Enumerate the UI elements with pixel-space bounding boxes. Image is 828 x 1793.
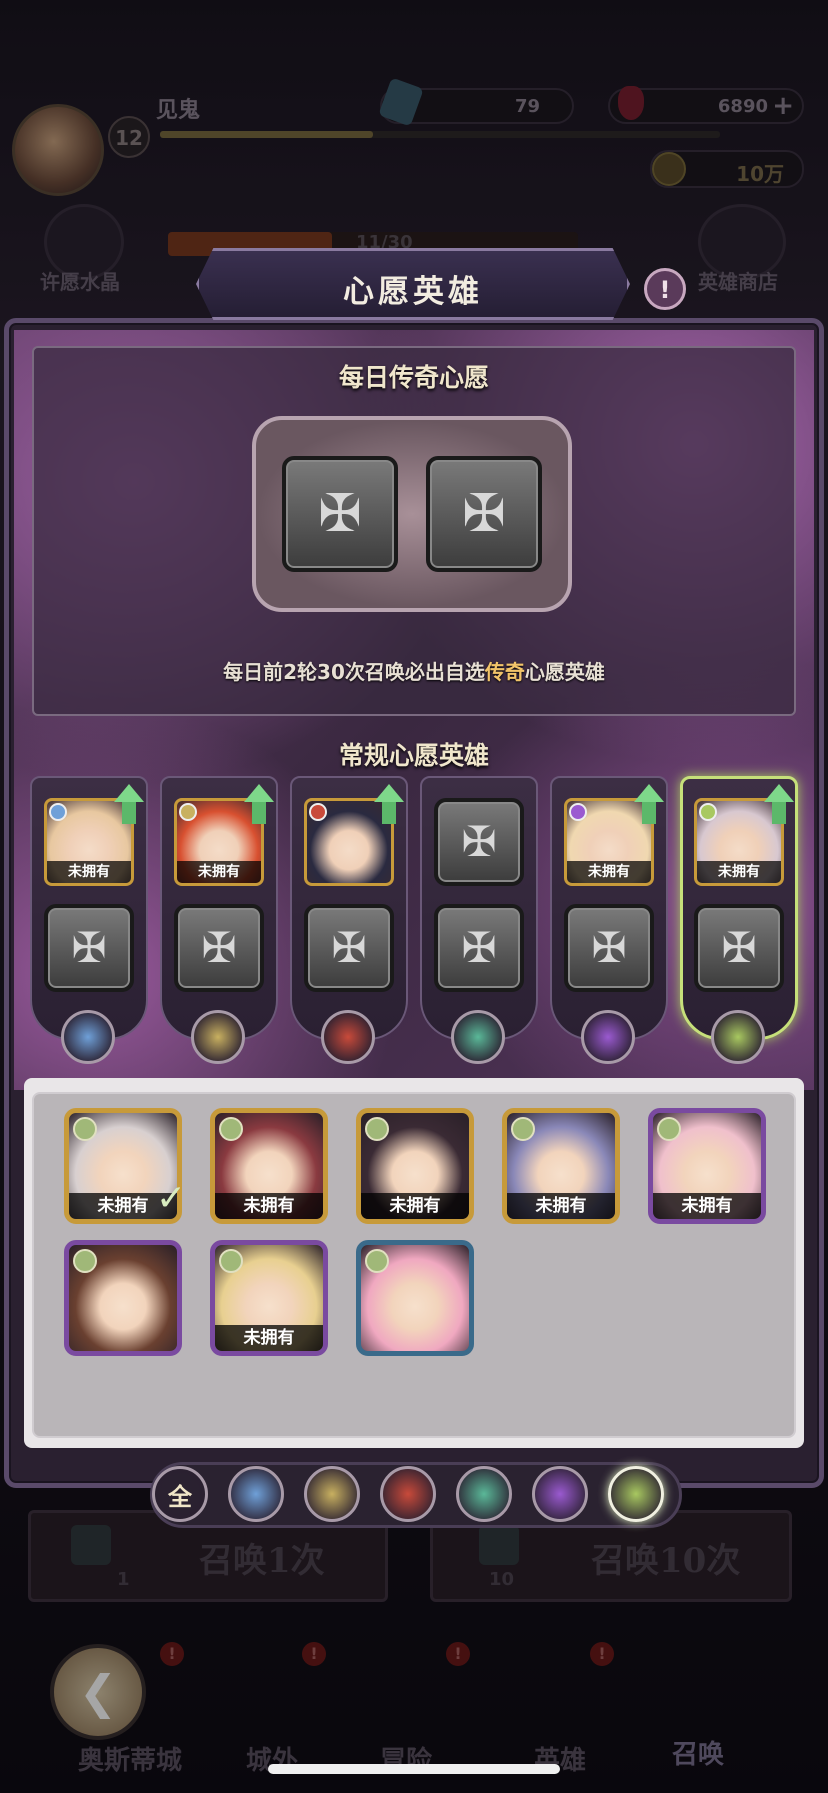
leaf-icon — [711, 1010, 765, 1064]
info-button[interactable]: ! — [644, 268, 686, 310]
wish-slot-top[interactable]: ✠ — [434, 798, 524, 886]
wish-slot-bottom[interactable]: ✠ — [44, 904, 134, 992]
leaf-badge-icon — [511, 1117, 535, 1141]
upgrade-arrow-icon — [374, 784, 404, 824]
leaf-badge-icon — [73, 1249, 97, 1273]
regular-section-title: 常规心愿英雄 — [338, 741, 489, 770]
pool-hero-card[interactable] — [64, 1240, 182, 1356]
selected-check-icon: ✓ — [156, 1178, 187, 1219]
add-cross-icon: ✠ — [331, 923, 367, 972]
not-owned-tag: 未拥有 — [215, 1193, 323, 1219]
not-owned-tag: 未拥有 — [567, 861, 651, 883]
not-owned-tag: 未拥有 — [361, 1193, 469, 1219]
filter-sword-button[interactable] — [304, 1466, 360, 1522]
desc-prefix: 每日前2轮30次召唤必出自选 — [223, 660, 485, 684]
desc-highlight: 传奇 — [484, 660, 525, 684]
add-cross-icon: ✠ — [461, 817, 497, 866]
add-cross-icon: ✠ — [721, 923, 757, 972]
shield-icon — [61, 1010, 115, 1064]
upgrade-arrow-icon — [634, 784, 664, 824]
leaf-badge-icon — [365, 1117, 389, 1141]
pool-hero-card[interactable]: 未拥有 — [648, 1108, 766, 1224]
home-indicator[interactable] — [268, 1764, 560, 1774]
wish-slot-bottom[interactable]: ✠ — [174, 904, 264, 992]
add-cross-icon: ✠ — [71, 923, 107, 972]
pool-hero-card[interactable]: 未拥有 — [210, 1108, 328, 1224]
upgrade-arrow-icon — [764, 784, 794, 824]
daily-description: 每日前2轮30次召唤必出自选传奇心愿英雄 — [32, 656, 796, 685]
wish-slot-bottom[interactable]: ✠ — [694, 904, 784, 992]
daily-section-title: 每日传奇心愿 — [338, 363, 489, 392]
leaf-badge-icon — [657, 1117, 681, 1141]
pool-hero-card[interactable]: 未拥有 — [210, 1240, 328, 1356]
pool-hero-card[interactable]: 未拥有 — [356, 1108, 474, 1224]
modal-title: 心愿英雄 — [343, 274, 483, 310]
sword-icon — [191, 1010, 245, 1064]
arrows-icon — [451, 1010, 505, 1064]
not-owned-tag: 未拥有 — [507, 1193, 615, 1219]
leaf-badge-icon — [219, 1117, 243, 1141]
upgrade-arrow-icon — [244, 784, 274, 824]
not-owned-tag: 未拥有 — [177, 861, 261, 883]
add-cross-icon: ✠ — [318, 484, 362, 544]
upgrade-arrow-icon — [114, 784, 144, 824]
wish-slot-bottom[interactable]: ✠ — [304, 904, 394, 992]
desc-suffix: 心愿英雄 — [524, 660, 605, 684]
pool-hero-card[interactable]: 未拥有 — [502, 1108, 620, 1224]
not-owned-tag: 未拥有 — [47, 861, 131, 883]
filter-staff-button[interactable] — [532, 1466, 588, 1522]
leaf-badge-icon — [219, 1249, 243, 1273]
filter-leaf-button[interactable] — [608, 1466, 664, 1522]
add-cross-icon: ✠ — [462, 484, 506, 544]
class-badge-icon — [569, 803, 587, 821]
not-owned-tag: 未拥有 — [653, 1193, 761, 1219]
info-icon: ! — [659, 276, 671, 304]
class-badge-icon — [309, 803, 327, 821]
staff-icon — [581, 1010, 635, 1064]
all-icon: 全 — [168, 1482, 192, 1511]
filter-shield-button[interactable] — [228, 1466, 284, 1522]
daily-slot-1[interactable]: ✠ — [282, 456, 398, 572]
leaf-badge-icon — [365, 1249, 389, 1273]
leaf-badge-icon — [73, 1117, 97, 1141]
not-owned-tag: 未拥有 — [697, 861, 781, 883]
add-cross-icon: ✠ — [201, 923, 237, 972]
wish-slot-bottom[interactable]: ✠ — [564, 904, 654, 992]
add-cross-icon: ✠ — [461, 923, 497, 972]
filter-all-button[interactable]: 全 — [152, 1466, 208, 1522]
filter-arrows-button[interactable] — [456, 1466, 512, 1522]
dagger-icon — [321, 1010, 375, 1064]
class-badge-icon — [49, 803, 67, 821]
add-cross-icon: ✠ — [591, 923, 627, 972]
class-badge-icon — [179, 803, 197, 821]
not-owned-tag: 未拥有 — [215, 1325, 323, 1351]
pool-hero-card[interactable] — [356, 1240, 474, 1356]
filter-dagger-button[interactable] — [380, 1466, 436, 1522]
daily-slot-2[interactable]: ✠ — [426, 456, 542, 572]
class-badge-icon — [699, 803, 717, 821]
wish-slot-bottom[interactable]: ✠ — [434, 904, 524, 992]
